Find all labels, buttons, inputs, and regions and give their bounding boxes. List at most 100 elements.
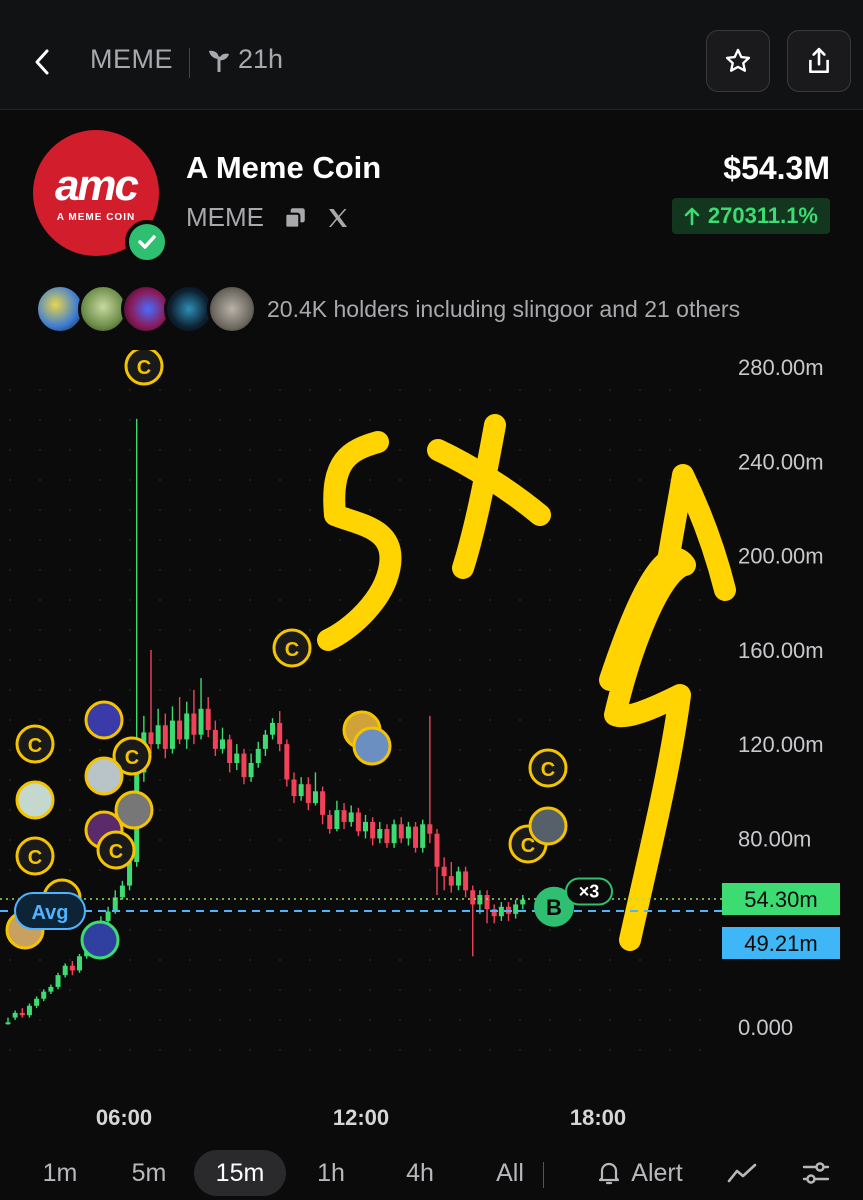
holder-avatars[interactable] xyxy=(35,284,257,334)
candle-body xyxy=(348,812,354,822)
grid-dot xyxy=(459,719,461,721)
grid-dot xyxy=(549,1049,551,1051)
grid-dot xyxy=(489,1049,491,1051)
trader-avatar-marker[interactable] xyxy=(352,726,392,766)
grid-dot xyxy=(219,839,221,841)
grid-dot xyxy=(699,689,701,691)
chart-settings-button[interactable] xyxy=(792,1150,840,1196)
grid-dot xyxy=(99,479,101,481)
candle-body xyxy=(420,824,426,848)
coin-marker[interactable]: C xyxy=(272,628,312,668)
grid-dot xyxy=(429,1049,431,1051)
grid-dot xyxy=(459,629,461,631)
grid-dot xyxy=(609,449,611,451)
avg-price-label: 49.21m xyxy=(744,931,817,956)
grid-dot xyxy=(399,449,401,451)
grid-dot xyxy=(219,509,221,511)
grid-dot xyxy=(429,989,431,991)
grid-dot xyxy=(699,479,701,481)
y-tick-label: 120.00m xyxy=(738,732,824,757)
grid-dot xyxy=(459,599,461,601)
grid-dot xyxy=(129,689,131,691)
grid-dot xyxy=(699,599,701,601)
grid-dot xyxy=(339,929,341,931)
x-axis: 06:00 12:00 18:00 xyxy=(96,1105,626,1130)
grid-dot xyxy=(489,959,491,961)
coin-marker[interactable]: C xyxy=(15,836,55,876)
share-button[interactable] xyxy=(787,30,851,92)
candle-body xyxy=(277,722,283,745)
grid-dot xyxy=(279,959,281,961)
coin-marker[interactable]: C xyxy=(528,748,568,788)
grid-dot xyxy=(279,449,281,451)
grid-dot xyxy=(399,809,401,811)
grid-dot xyxy=(39,419,41,421)
coin-marker[interactable]: C xyxy=(124,350,164,386)
grid-dot xyxy=(9,419,11,421)
interval-4h[interactable]: 4h xyxy=(390,1150,450,1196)
grid-dot xyxy=(579,1019,581,1021)
price-chart[interactable]: 5x 54.30m49.21m CCCCCCCCAvg B×3 280.00m24… xyxy=(0,350,863,1150)
favorite-button[interactable] xyxy=(706,30,770,92)
grid-dot xyxy=(279,899,281,901)
grid-dot xyxy=(309,1019,311,1021)
grid-dot xyxy=(189,599,191,601)
candle-body xyxy=(291,779,297,796)
grid-dot xyxy=(99,599,101,601)
trader-avatar-marker[interactable] xyxy=(528,806,568,846)
interval-5m[interactable]: 5m xyxy=(117,1150,181,1196)
grid-dot xyxy=(699,989,701,991)
trader-avatar-marker[interactable] xyxy=(80,920,120,960)
grid-dot xyxy=(699,929,701,931)
grid-dot xyxy=(579,989,581,991)
trader-avatar-marker[interactable] xyxy=(84,756,124,796)
grid-dot xyxy=(579,539,581,541)
grid-dot xyxy=(639,809,641,811)
grid-dot xyxy=(489,869,491,871)
grid-dot xyxy=(219,899,221,901)
interval-all[interactable]: All xyxy=(482,1150,538,1196)
grid-dot xyxy=(339,659,341,661)
candle-body xyxy=(363,821,368,832)
copy-icon[interactable] xyxy=(282,205,308,231)
grid-dot xyxy=(339,989,341,991)
candle-body xyxy=(41,991,47,999)
grid-dot xyxy=(429,899,431,901)
coin-marker[interactable]: C xyxy=(96,830,136,870)
interval-1m[interactable]: 1m xyxy=(30,1150,90,1196)
grid-dot xyxy=(519,779,521,781)
current-price-label: 54.30m xyxy=(744,887,817,912)
alert-button[interactable]: Alert xyxy=(580,1150,700,1196)
grid-dot xyxy=(219,689,221,691)
avg-badge[interactable]: Avg xyxy=(14,892,86,931)
grid-dot xyxy=(189,389,191,391)
grid-dot xyxy=(279,509,281,511)
grid-dot xyxy=(579,959,581,961)
grid-dot xyxy=(429,389,431,391)
grid-dot xyxy=(399,899,401,901)
back-button[interactable] xyxy=(22,40,62,84)
grid-dot xyxy=(579,749,581,751)
interval-1h[interactable]: 1h xyxy=(300,1150,362,1196)
grid-dot xyxy=(699,629,701,631)
grid-dot xyxy=(69,389,71,391)
interval-15m[interactable]: 15m xyxy=(194,1150,286,1196)
holders-summary[interactable]: 20.4K holders including slingoor and 21 … xyxy=(267,296,740,323)
grid-dot xyxy=(459,1019,461,1021)
grid-dot xyxy=(129,629,131,631)
trader-avatar-marker[interactable] xyxy=(84,700,124,740)
grid-dot xyxy=(549,689,551,691)
grid-dot xyxy=(399,719,401,721)
grid-dot xyxy=(99,509,101,511)
trader-avatar-marker[interactable] xyxy=(15,780,55,820)
candle-body xyxy=(255,748,261,763)
grid-dot xyxy=(459,839,461,841)
grid-dot xyxy=(699,419,701,421)
coin-marker[interactable]: C xyxy=(15,724,55,764)
chart-type-button[interactable] xyxy=(718,1150,766,1196)
x-twitter-icon[interactable] xyxy=(326,206,350,230)
grid-dot xyxy=(339,959,341,961)
grid-dot xyxy=(399,539,401,541)
grid-dot xyxy=(609,929,611,931)
grid-dot xyxy=(639,449,641,451)
